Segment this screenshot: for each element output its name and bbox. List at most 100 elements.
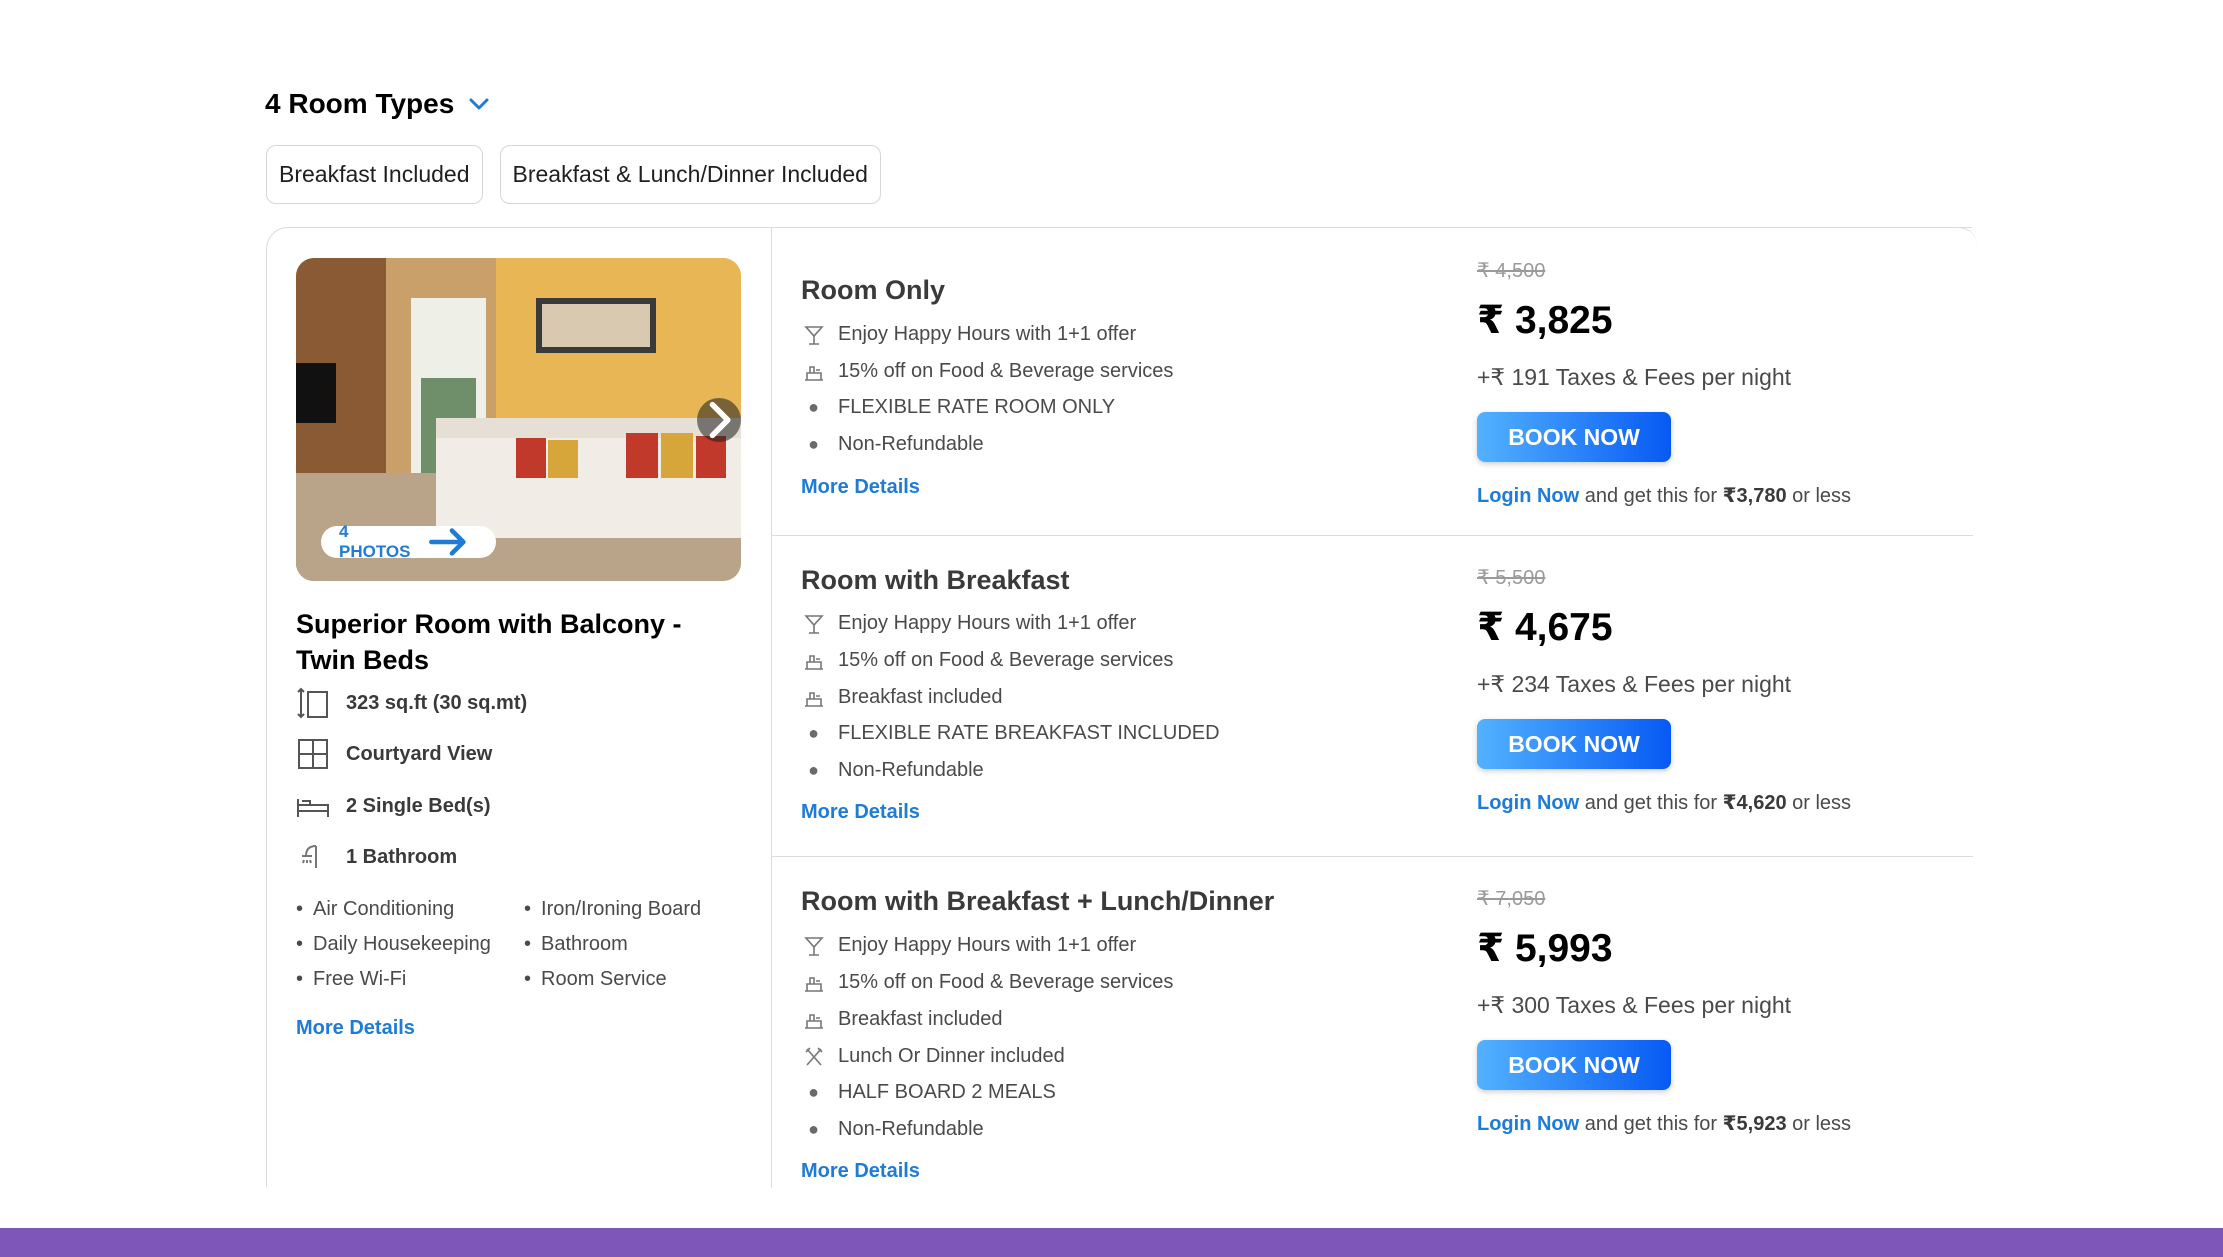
login-now-link[interactable]: Login Now (1477, 485, 1579, 507)
plan-feature-text: Breakfast included (838, 1008, 1003, 1030)
room-types-header[interactable]: 4 Room Types (265, 88, 490, 120)
bullet-icon: ● (808, 723, 819, 743)
login-price: ₹4,620 (1722, 792, 1787, 814)
login-offer-text: and get this for (1579, 485, 1723, 507)
room-types-title: 4 Room Types (265, 88, 455, 119)
plan-feature-text: Non-Refundable (838, 433, 984, 455)
plan-feature-text: 15% off on Food & Beverage services (838, 971, 1174, 993)
room-size-text: 323 sq.ft (30 sq.mt) (346, 691, 528, 714)
room-more-details-link[interactable]: More Details (296, 1017, 415, 1040)
cocktail-icon (801, 933, 826, 958)
amenity-item: Room Service (524, 968, 667, 991)
amenity-item: Iron/Ironing Board (524, 898, 701, 921)
rate-plan-breakfast-lunch-dinner: Room with Breakfast + Lunch/Dinner Enjoy… (772, 856, 1973, 1188)
plan-feature-text: Enjoy Happy Hours with 1+1 offer (838, 612, 1137, 634)
login-now-link[interactable]: Login Now (1477, 792, 1579, 814)
plan-feature: ● Non-Refundable (801, 759, 984, 782)
plan-feature: ● FLEXIBLE RATE BREAKFAST INCLUDED (801, 722, 1220, 745)
bullet-icon: ● (808, 434, 819, 454)
filter-chip-breakfast[interactable]: Breakfast Included (266, 145, 483, 204)
plan-feature-text: Non-Refundable (838, 759, 984, 781)
plan-feature-text: FLEXIBLE RATE BREAKFAST INCLUDED (838, 722, 1220, 744)
bullet-icon: ● (808, 760, 819, 780)
plan-title: Room with Breakfast + Lunch/Dinner (801, 886, 1275, 916)
room-bathroom-text: 1 Bathroom (346, 845, 458, 868)
room-view: Courtyard View (296, 737, 492, 771)
chevron-down-icon (469, 98, 489, 110)
photo-next-button[interactable] (697, 398, 741, 442)
login-price: ₹5,923 (1722, 1113, 1787, 1135)
arrow-right-icon (429, 528, 467, 556)
discounted-price: ₹ 3,825 (1477, 299, 1613, 342)
book-now-button[interactable]: BOOK NOW (1477, 719, 1671, 769)
book-now-button[interactable]: BOOK NOW (1477, 1040, 1671, 1090)
login-price: ₹3,780 (1722, 485, 1787, 507)
plan-title: Room Only (801, 275, 946, 305)
plan-feature: 15% off on Food & Beverage services (801, 648, 1173, 673)
plan-feature: Breakfast included (801, 1007, 1003, 1032)
plan-feature-text: Lunch Or Dinner included (838, 1045, 1065, 1067)
room-view-text: Courtyard View (346, 742, 493, 765)
food-tray-icon (801, 359, 826, 384)
original-price: ₹ 4,500 (1477, 260, 1546, 282)
login-offer-text: and get this for (1579, 792, 1723, 814)
food-tray-icon (801, 685, 826, 710)
plan-feature-text: Non-Refundable (838, 1118, 984, 1140)
area-icon (297, 687, 328, 719)
bullet-icon: ● (808, 397, 819, 417)
photos-badge[interactable]: 4 PHOTOS (321, 522, 496, 561)
filter-chip-breakfast-lunch-dinner[interactable]: Breakfast & Lunch/Dinner Included (499, 145, 881, 204)
book-now-button[interactable]: BOOK NOW (1477, 412, 1671, 462)
bullet-icon: ● (808, 1082, 819, 1102)
plan-feature: Lunch Or Dinner included (801, 1044, 1065, 1069)
taxes-fees: +₹ 234 Taxes & Fees per night (1477, 671, 1792, 697)
plan-feature: Enjoy Happy Hours with 1+1 offer (801, 611, 1136, 636)
plan-feature-text: Enjoy Happy Hours with 1+1 offer (838, 934, 1137, 956)
room-size: 323 sq.ft (30 sq.mt) (296, 686, 527, 720)
bullet-icon: ● (808, 1119, 819, 1139)
room-card: 4 PHOTOS Superior Room with Balcony - Tw… (266, 226, 1978, 1188)
plan-title: Room with Breakfast (801, 565, 1070, 595)
plan-feature-text: 15% off on Food & Beverage services (838, 360, 1174, 382)
room-beds-text: 2 Single Bed(s) (346, 794, 491, 817)
plan-feature: Enjoy Happy Hours with 1+1 offer (801, 322, 1136, 347)
login-now-link[interactable]: Login Now (1477, 1113, 1579, 1135)
plan-feature: Enjoy Happy Hours with 1+1 offer (801, 933, 1136, 958)
filter-chips: Breakfast Included Breakfast & Lunch/Din… (266, 145, 881, 204)
plan-feature: ● Non-Refundable (801, 1118, 984, 1141)
plan-feature: Breakfast included (801, 685, 1003, 710)
taxes-fees: +₹ 191 Taxes & Fees per night (1477, 364, 1792, 390)
plan-feature-text: FLEXIBLE RATE ROOM ONLY (838, 396, 1116, 418)
login-offer-suffix: or less (1786, 1113, 1852, 1135)
shower-icon (302, 845, 317, 868)
bed-icon (297, 799, 329, 817)
amenity-item: Daily Housekeeping (296, 933, 491, 956)
cutlery-icon (801, 1044, 826, 1069)
discounted-price: ₹ 5,993 (1477, 927, 1613, 970)
login-offer-suffix: or less (1786, 792, 1852, 814)
plan-feature-text: Enjoy Happy Hours with 1+1 offer (838, 323, 1137, 345)
login-offer: Login Now and get this for ₹3,780 or les… (1477, 483, 1851, 508)
taxes-fees: +₹ 300 Taxes & Fees per night (1477, 992, 1792, 1018)
amenity-item: Air Conditioning (296, 898, 454, 921)
login-offer-text: and get this for (1579, 1113, 1723, 1135)
chevron-right-icon (709, 401, 731, 439)
original-price: ₹ 5,500 (1477, 567, 1546, 589)
room-summary: 4 PHOTOS Superior Room with Balcony - Tw… (267, 228, 772, 1188)
rate-plan-room-with-breakfast: Room with Breakfast Enjoy Happy Hours wi… (772, 535, 1973, 856)
plan-feature: 15% off on Food & Beverage services (801, 359, 1173, 384)
plan-feature-text: HALF BOARD 2 MEALS (838, 1081, 1056, 1103)
login-offer: Login Now and get this for ₹5,923 or les… (1477, 1111, 1851, 1136)
plan-more-details-link[interactable]: More Details (801, 1160, 920, 1183)
window-icon (298, 739, 328, 769)
plan-feature: 15% off on Food & Beverage services (801, 970, 1173, 995)
original-price: ₹ 7,050 (1477, 888, 1546, 910)
room-photo[interactable]: 4 PHOTOS (296, 258, 741, 581)
login-offer: Login Now and get this for ₹4,620 or les… (1477, 790, 1851, 815)
footer-bar (0, 1228, 2223, 1257)
amenity-item: Free Wi-Fi (296, 968, 406, 991)
plan-more-details-link[interactable]: More Details (801, 476, 920, 499)
room-bathroom: 1 Bathroom (296, 840, 457, 874)
plan-feature: ● FLEXIBLE RATE ROOM ONLY (801, 396, 1115, 419)
plan-more-details-link[interactable]: More Details (801, 801, 920, 824)
